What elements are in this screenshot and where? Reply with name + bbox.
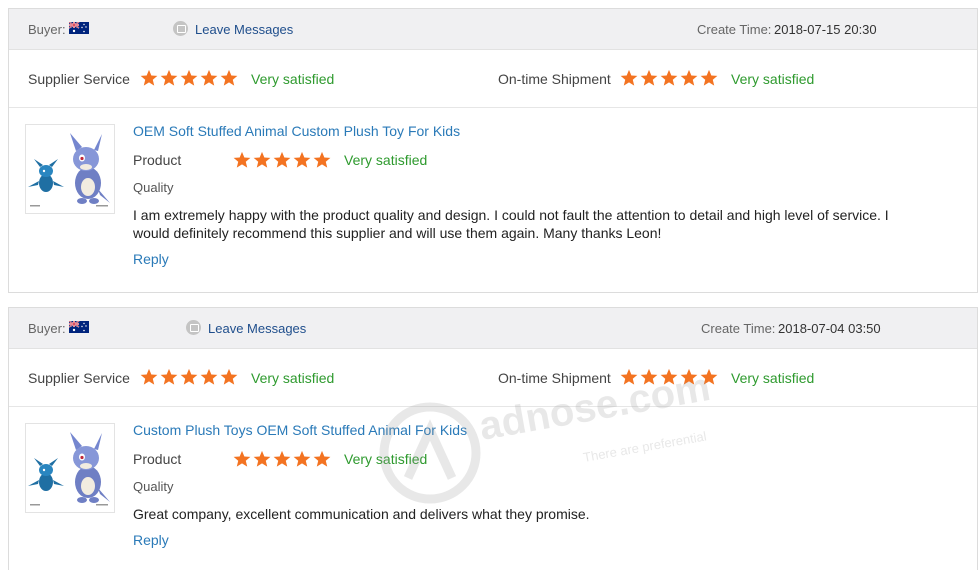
star-icon xyxy=(313,450,331,467)
product-rating-stars xyxy=(233,151,331,169)
star-icon xyxy=(140,368,158,385)
supplier-service-label: Supplier Service xyxy=(28,71,130,87)
message-icon[interactable] xyxy=(173,21,188,36)
star-icon xyxy=(253,151,271,168)
star-icon xyxy=(273,450,291,467)
star-icon xyxy=(620,69,638,86)
star-icon xyxy=(180,368,198,385)
product-rating-label: Product xyxy=(133,451,182,467)
star-icon xyxy=(680,368,698,385)
star-icon xyxy=(313,151,331,168)
star-icon xyxy=(273,151,291,168)
star-icon xyxy=(160,368,178,385)
star-icon xyxy=(700,69,718,86)
product-rating-stars xyxy=(233,450,331,468)
australia-flag-icon xyxy=(69,22,89,34)
product-title-link[interactable]: OEM Soft Stuffed Animal Custom Plush Toy… xyxy=(133,123,460,139)
quality-label: Quality xyxy=(133,180,174,195)
review-card: Buyer: Leave Messages Create Time: 2018-… xyxy=(8,307,978,570)
product-rating-label: Product xyxy=(133,152,182,168)
plush-toy-image xyxy=(28,133,110,207)
star-icon xyxy=(233,450,251,467)
star-icon xyxy=(200,69,218,86)
ontime-shipment-stars xyxy=(620,368,718,386)
service-ratings: Supplier Service Very satisfied On-time … xyxy=(9,349,977,407)
leave-messages-link[interactable]: Leave Messages xyxy=(195,22,293,37)
plush-toy-image xyxy=(28,432,110,506)
star-icon xyxy=(660,69,678,86)
supplier-service-rating-text: Very satisfied xyxy=(251,71,335,87)
star-icon xyxy=(180,69,198,86)
supplier-service-rating-text: Very satisfied xyxy=(251,370,335,386)
ontime-shipment-stars xyxy=(620,69,718,87)
supplier-service-label: Supplier Service xyxy=(28,370,130,386)
product-rating-text: Very satisfied xyxy=(344,152,428,168)
review-card: Buyer: Leave Messages Create Time: 2018-… xyxy=(8,8,978,293)
create-time-label: Create Time: xyxy=(697,22,772,37)
ontime-shipment-rating-text: Very satisfied xyxy=(731,370,815,386)
reply-link[interactable]: Reply xyxy=(133,532,169,548)
star-icon xyxy=(140,69,158,86)
service-ratings: Supplier Service Very satisfied On-time … xyxy=(9,50,977,108)
message-icon[interactable] xyxy=(186,320,201,335)
buyer-label: Buyer: xyxy=(28,321,66,336)
buyer-label: Buyer: xyxy=(28,22,66,37)
product-rating-text: Very satisfied xyxy=(344,451,428,467)
star-icon xyxy=(200,368,218,385)
star-icon xyxy=(293,151,311,168)
product-thumbnail[interactable] xyxy=(25,124,115,214)
leave-messages-link[interactable]: Leave Messages xyxy=(208,321,306,336)
australia-flag-icon xyxy=(69,321,89,333)
star-icon xyxy=(293,450,311,467)
create-time-value: 2018-07-15 20:30 xyxy=(774,22,877,37)
create-time-label: Create Time: xyxy=(701,321,776,336)
ontime-shipment-rating-text: Very satisfied xyxy=(731,71,815,87)
ontime-shipment-label: On-time Shipment xyxy=(498,370,611,386)
supplier-service-stars xyxy=(140,69,238,87)
reply-link[interactable]: Reply xyxy=(133,251,169,267)
quality-label: Quality xyxy=(133,479,174,494)
review-header: Buyer: Leave Messages Create Time: 2018-… xyxy=(9,9,977,50)
star-icon xyxy=(220,368,238,385)
supplier-service-stars xyxy=(140,368,238,386)
review-comment: Great company, excellent communication a… xyxy=(133,506,590,522)
star-icon xyxy=(640,368,658,385)
ontime-shipment-label: On-time Shipment xyxy=(498,71,611,87)
star-icon xyxy=(700,368,718,385)
review-header: Buyer: Leave Messages Create Time: 2018-… xyxy=(9,308,977,349)
star-icon xyxy=(233,151,251,168)
product-thumbnail[interactable] xyxy=(25,423,115,513)
star-icon xyxy=(220,69,238,86)
star-icon xyxy=(160,69,178,86)
star-icon xyxy=(680,69,698,86)
star-icon xyxy=(660,368,678,385)
create-time-value: 2018-07-04 03:50 xyxy=(778,321,881,336)
star-icon xyxy=(640,69,658,86)
star-icon xyxy=(253,450,271,467)
product-title-link[interactable]: Custom Plush Toys OEM Soft Stuffed Anima… xyxy=(133,422,467,438)
review-comment: I am extremely happy with the product qu… xyxy=(133,207,889,241)
star-icon xyxy=(620,368,638,385)
